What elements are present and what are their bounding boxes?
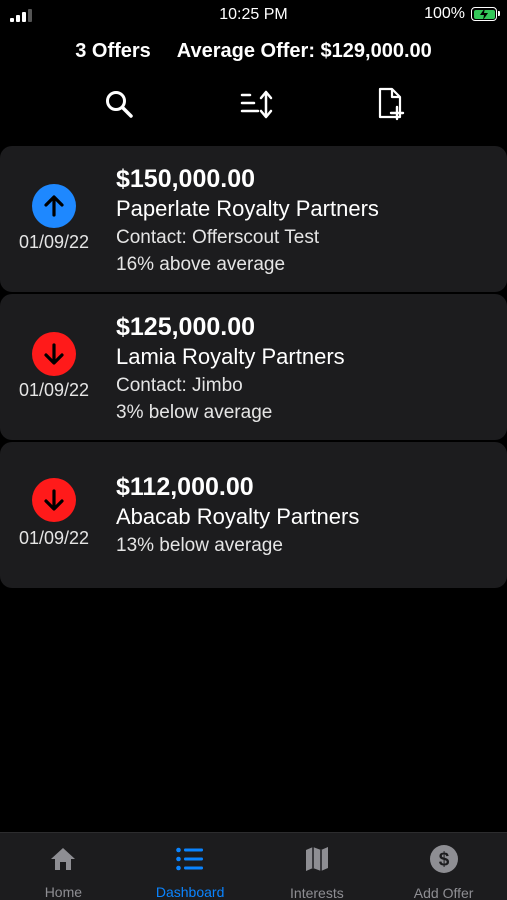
tab-label: Home (44, 884, 83, 900)
offer-company: Paperlate Royalty Partners (116, 196, 379, 221)
offer-date: 01/09/22 (18, 232, 90, 252)
offer-amount: $125,000.00 (116, 313, 256, 341)
offer-contact: Contact: Offerscout Test (116, 227, 320, 248)
search-icon (106, 91, 133, 118)
battery-percent: 100% (424, 5, 465, 22)
offer-company: Lamia Royalty Partners (116, 344, 345, 369)
offer-contact: Contact: Jimbo (116, 375, 243, 396)
tab-interests[interactable]: Interests (254, 833, 381, 900)
status-bar: 10:25 PM 100% (0, 0, 507, 30)
tab-dashboard[interactable]: Dashboard (127, 833, 254, 900)
sort-icon (240, 90, 273, 119)
offer-date: 01/09/22 (18, 380, 90, 400)
down-arrow-icon (32, 332, 76, 376)
search-button[interactable] (101, 86, 137, 122)
offer-difference: 3% below average (116, 402, 273, 423)
offer-difference: 16% above average (116, 254, 286, 275)
map-icon (304, 845, 330, 873)
home-icon (49, 845, 77, 872)
sort-button[interactable] (239, 86, 275, 122)
offer-card[interactable]: 01/09/22 $112,000.00 Abacab Royalty Part… (0, 442, 507, 588)
tab-label: Interests (290, 885, 344, 900)
svg-text:$: $ (438, 850, 449, 871)
average-offer: Average Offer: $129,000.00 (176, 40, 432, 62)
battery-icon (471, 7, 500, 21)
add-document-button[interactable] (373, 86, 409, 122)
offer-card[interactable]: 01/09/22 $125,000.00 Lamia Royalty Partn… (0, 294, 507, 440)
offer-count: 3 Offers (75, 40, 151, 62)
offer-list: 01/09/22 $150,000.00 Paperlate Royalty P… (0, 146, 507, 590)
tab-bar: Home Dashboard Interests $ Add Offer (0, 832, 507, 900)
up-arrow-icon (32, 184, 76, 228)
add-document-icon (378, 87, 405, 121)
offer-card[interactable]: 01/09/22 $150,000.00 Paperlate Royalty P… (0, 146, 507, 292)
offers-summary: 3 Offers Average Offer: $129,000.00 (0, 40, 507, 63)
tab-add-offer[interactable]: $ Add Offer (380, 833, 507, 900)
list-icon (175, 845, 205, 872)
offer-difference: 13% below average (116, 535, 283, 556)
tab-home[interactable]: Home (0, 833, 127, 900)
offer-amount: $150,000.00 (116, 165, 256, 193)
tab-label: Dashboard (155, 884, 225, 900)
dollar-icon: $ (429, 845, 459, 873)
offer-date: 01/09/22 (18, 528, 90, 548)
tab-label: Add Offer (413, 885, 474, 900)
offer-amount: $112,000.00 (116, 473, 254, 501)
offer-company: Abacab Royalty Partners (116, 504, 360, 529)
toolbar (0, 86, 507, 122)
down-arrow-icon (32, 478, 76, 522)
dashboard-screen: 10:25 PM 100% 3 Offers Average Offer: $12… (0, 0, 507, 900)
battery-status: 100% (424, 5, 500, 23)
